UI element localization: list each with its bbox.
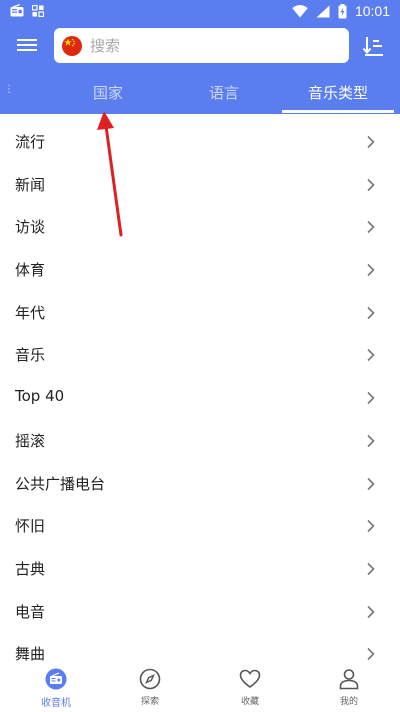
china-flag-icon[interactable] [62,36,82,56]
list-item-label: 舞曲 [15,645,46,664]
sort-icon[interactable] [362,34,386,58]
hamburger-icon-bar [17,49,37,51]
list-item[interactable]: 年代 [0,292,400,335]
hamburger-icon-bar [17,39,37,41]
person-icon [339,669,359,690]
tab-music-genre[interactable]: 音乐类型 [282,82,394,103]
nav-profile-label: 我的 [339,697,358,707]
chevron-right-icon [367,392,375,405]
chevron-right-icon [367,520,375,533]
list-item-label: 公共广播电台 [15,474,106,493]
tab-language[interactable]: 语言 [174,82,274,103]
nav-explore-label: 探索 [140,697,159,707]
list-item[interactable]: 体育 [0,249,400,292]
list-item-label: 流行 [15,133,46,151]
chevron-right-icon [367,135,375,149]
list-item-label: 怀旧 [15,517,46,536]
list-item[interactable]: 访谈 [0,206,400,249]
list-item-label: 访谈 [15,218,46,237]
tab-scroll-edge-icon: ⋮ [4,84,14,95]
app-header: 10:01 ⋮ 国家 语言 音乐类型 [0,0,400,114]
list-item[interactable]: 摇滚 [0,420,400,463]
chevron-right-icon [367,477,375,490]
list-item[interactable]: 古典 [0,548,400,591]
battery-icon [338,3,347,18]
tab-active-indicator [282,110,394,113]
heart-icon [239,669,261,688]
chevron-right-icon [367,263,375,277]
genre-list: 流行 新闻 访谈 体育 年代 音乐 Top 40 摇滚 公共广播电台 怀旧 古典 [0,121,400,676]
list-item-label: 新闻 [15,175,46,194]
hamburger-icon-bar [17,44,37,46]
chevron-right-icon [367,306,375,319]
status-time: 10:01 [354,3,390,19]
chevron-right-icon [367,434,375,447]
list-item-label: 摇滚 [15,431,46,450]
list-item-label: 体育 [15,261,46,280]
list-item-label: 电音 [15,602,46,621]
tab-country[interactable]: 国家 [58,82,158,103]
tab-bar: ⋮ 国家 语言 音乐类型 [0,72,400,114]
list-item[interactable]: 电音 [0,591,400,634]
radio-icon [45,668,67,690]
status-bar: 10:01 [0,0,400,24]
list-item[interactable]: 流行 [0,121,400,164]
list-item-label: 年代 [15,303,46,322]
chevron-right-icon [367,178,375,191]
nav-explore[interactable]: 探索 [110,664,190,712]
radio-notification-icon [10,4,24,17]
search-input[interactable] [90,33,340,58]
list-item-label: 音乐 [15,346,46,365]
list-item[interactable]: 新闻 [0,164,400,207]
bottom-navigation: 收音机 探索 收藏 我的 [0,664,400,712]
compass-icon [139,668,161,690]
chevron-right-icon [367,221,375,234]
list-item-label: 古典 [15,559,46,578]
chevron-right-icon [367,605,375,618]
list-item-label: Top 40 [15,387,65,406]
nav-radio[interactable]: 收音机 [16,664,96,712]
list-item[interactable]: 公共广播电台 [0,463,400,506]
nav-profile[interactable]: 我的 [309,664,389,712]
list-item[interactable]: Top 40 [0,377,400,420]
nav-radio-label: 收音机 [41,698,71,709]
signal-icon [316,5,330,17]
wifi-icon [292,4,308,17]
menu-button[interactable] [15,36,39,56]
list-item[interactable]: 怀旧 [0,505,400,548]
chevron-right-icon [367,349,375,362]
grid-notification-icon [32,4,44,17]
list-item[interactable]: 音乐 [0,334,400,377]
chevron-right-icon [367,648,375,661]
chevron-right-icon [367,562,375,575]
nav-favorites-label: 收藏 [240,697,259,707]
search-box[interactable] [54,28,349,63]
nav-favorites[interactable]: 收藏 [210,664,290,712]
